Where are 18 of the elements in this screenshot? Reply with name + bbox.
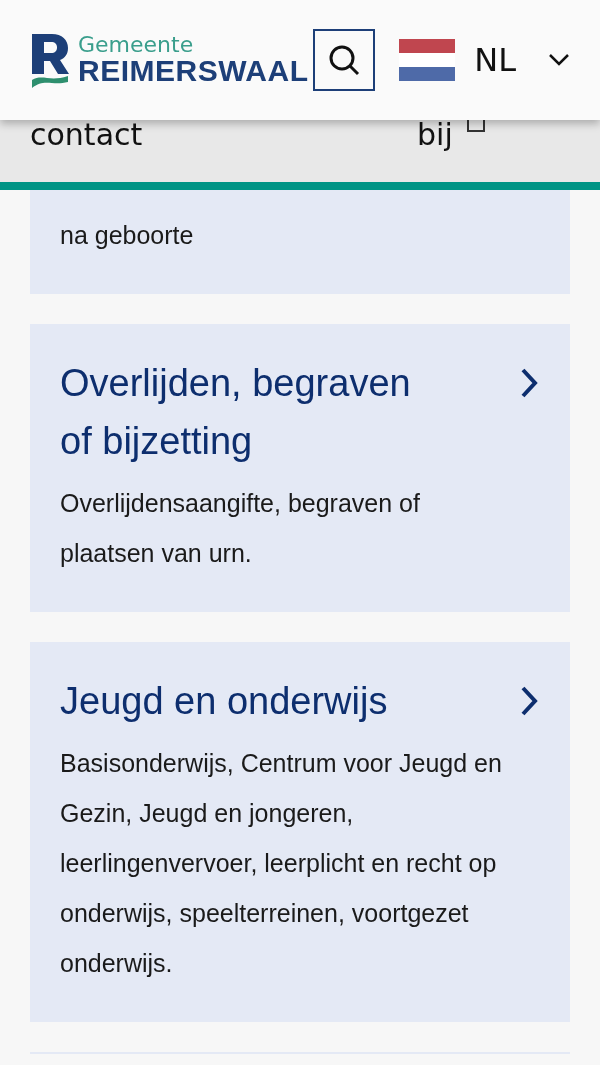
card-link[interactable]: Overlijden, begraven of bijzetting Overlijdensaangifte, begraven of plaatsen van urn. — [30, 324, 570, 612]
card-description: na geboorte — [60, 220, 195, 251]
chevron-down-icon — [548, 53, 570, 67]
card-title: Jeugd en onderwijs — [60, 679, 389, 724]
flag-icon — [399, 39, 456, 81]
logo-text: REIMERSWAAL — [78, 56, 309, 86]
nav-link-text[interactable]: contact — [30, 120, 417, 153]
logo-text: Gemeente — [78, 34, 195, 56]
box-icon — [466, 120, 485, 132]
logo-icon — [30, 32, 70, 88]
language-selector[interactable]: NL — [399, 36, 570, 84]
search-button[interactable] — [312, 29, 375, 91]
card-link[interactable]: na geboorte — [30, 190, 570, 294]
card-description: Basisonderwijs, Centrum voor Jeugd en Gezin, Jeugd en jongeren, leerlingenvervoer, leerplicht en recht op onderwijs, speelterreinen, voortgezet onderwijs. — [60, 748, 503, 979]
card-title: Overlijden, begraven of bijzetting — [60, 361, 412, 464]
card-description: Overlijdensaangifte, begraven of plaatsen van urn. — [60, 488, 421, 569]
nav-link-text[interactable]: bij — [417, 120, 453, 153]
card-link[interactable]: Jeugd en onderwijs Basisonderwijs, Centrum voor Jeugd en Gezin, Jeugd en jongeren, leerlingenvervoer, leerplicht en recht op onderwijs, speelterreinen, voortgezet onderwijs. — [30, 642, 570, 1022]
